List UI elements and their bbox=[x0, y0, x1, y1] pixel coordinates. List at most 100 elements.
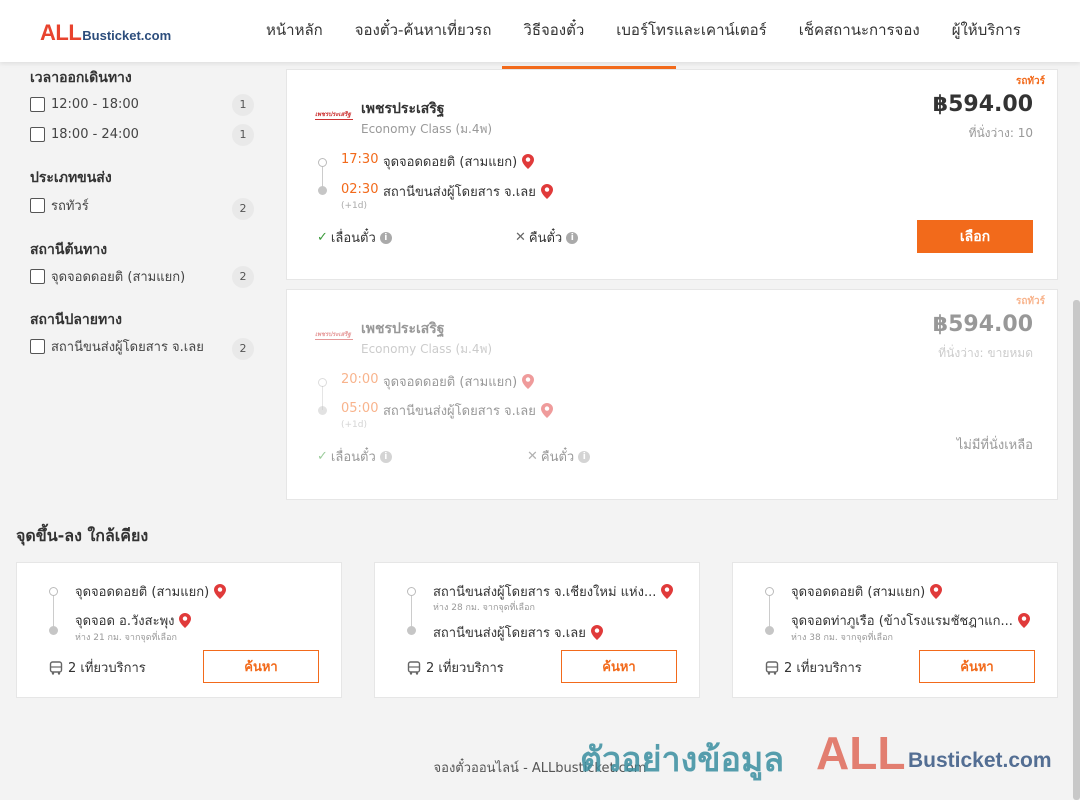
logo-all: ALL bbox=[40, 20, 82, 45]
site-logo[interactable]: ALL Busticket.com bbox=[40, 20, 171, 46]
operator-logo: เพชรประเสริฐ bbox=[315, 110, 353, 120]
trip-card-soldout: รถทัวร์ เพชรประเสริฐ เพชรประเสริฐ Econom… bbox=[286, 289, 1058, 500]
map-pin-icon[interactable] bbox=[179, 613, 192, 628]
bus-icon bbox=[49, 660, 63, 675]
info-icon[interactable]: i bbox=[566, 231, 579, 244]
checkbox[interactable] bbox=[30, 268, 45, 284]
trip-card: รถทัวร์ เพชรประเสริฐ เพชรประเสริฐ Econom… bbox=[286, 69, 1058, 280]
nearby-search-button[interactable]: ค้นหา bbox=[919, 650, 1035, 683]
checkbox[interactable] bbox=[30, 338, 45, 354]
arrive-time: 05:00 bbox=[341, 401, 379, 416]
nearby-search-button[interactable]: ค้นหา bbox=[203, 650, 319, 683]
info-icon[interactable]: i bbox=[379, 231, 392, 244]
reschedule-label: เลื่อนตั๋ว bbox=[330, 450, 376, 465]
to-label: สถานีขนส่งผู้โดยสาร จ.เลย bbox=[433, 626, 586, 641]
map-pin-icon[interactable] bbox=[214, 584, 227, 599]
arrive-stop: สถานีขนส่งผู้โดยสาร จ.เลย bbox=[383, 400, 553, 421]
reschedule-policy: ✓ เลื่อนตั๋ว i bbox=[317, 446, 392, 467]
nearby-from: จุดจอดดอยติ (สามแยก) bbox=[791, 581, 943, 602]
map-pin-icon[interactable] bbox=[590, 625, 603, 640]
trip-price: ฿594.00 bbox=[932, 92, 1033, 117]
map-pin-icon[interactable] bbox=[930, 584, 943, 599]
option-label: จุดจอดดอยติ (สามแยก) bbox=[51, 269, 186, 285]
timeline-end-dot bbox=[49, 626, 58, 635]
nav-home[interactable]: หน้าหลัก bbox=[250, 0, 339, 62]
map-pin-icon[interactable] bbox=[522, 154, 535, 169]
top-header: ALL Busticket.com หน้าหลัก จองตั๋ว-ค้นหา… bbox=[0, 0, 1080, 62]
trip-count-label: 2 เที่ยวบริการ bbox=[68, 661, 146, 676]
reschedule-label: เลื่อนตั๋ว bbox=[330, 231, 376, 246]
map-pin-icon[interactable] bbox=[540, 403, 553, 418]
reschedule-policy: ✓ เลื่อนตั๋ว i bbox=[317, 227, 392, 248]
arrive-stop: สถานีขนส่งผู้โดยสาร จ.เลย bbox=[383, 181, 553, 202]
filter-title-destination: สถานีปลายทาง bbox=[30, 312, 122, 328]
count-badge: 2 bbox=[232, 198, 254, 220]
option-label: 12:00 - 18:00 bbox=[51, 96, 139, 112]
trip-count: 2 เที่ยวบริการ bbox=[49, 657, 146, 678]
map-pin-icon[interactable] bbox=[1017, 613, 1030, 628]
nearby-search-button[interactable]: ค้นหา bbox=[561, 650, 677, 683]
select-trip-button[interactable]: เลือก bbox=[917, 220, 1033, 253]
map-pin-icon[interactable] bbox=[661, 584, 674, 599]
nearby-card: จุดจอดดอยติ (สามแยก) จุดจอดท่าภูเรือ (ข้… bbox=[732, 562, 1058, 698]
trip-count: 2 เที่ยวบริการ bbox=[407, 657, 504, 678]
arrive-stop-label: สถานีขนส่งผู้โดยสาร จ.เลย bbox=[383, 404, 536, 419]
watermark-text: ตัวอย่างข้อมูล bbox=[580, 740, 785, 780]
info-icon[interactable]: i bbox=[379, 450, 392, 463]
operator-logo: เพชรประเสริฐ bbox=[315, 330, 353, 340]
timeline-end-dot bbox=[318, 406, 327, 415]
timeline-start-dot bbox=[318, 158, 327, 167]
trip-price: ฿594.00 bbox=[932, 312, 1033, 337]
seats-available: ที่นั่งว่าง: 10 bbox=[968, 126, 1033, 140]
timeline-start-dot bbox=[765, 587, 774, 596]
filter-option-tour-bus[interactable]: รถทัวร์ 2 bbox=[30, 195, 254, 220]
nav-book-search[interactable]: จองตั๋ว-ค้นหาเที่ยวรถ bbox=[339, 0, 508, 62]
nav-how-to-book[interactable]: วิธีจองตั๋ว bbox=[507, 0, 600, 62]
active-nav-indicator bbox=[502, 66, 676, 69]
nav-operators[interactable]: ผู้ให้บริการ bbox=[936, 0, 1037, 62]
filter-title-departure-time: เวลาออกเดินทาง bbox=[30, 70, 132, 86]
nav-check-status[interactable]: เช็คสถานะการจอง bbox=[783, 0, 936, 62]
count-badge: 1 bbox=[232, 124, 254, 146]
count-badge: 1 bbox=[232, 94, 254, 116]
operator-name: เพชรประเสริฐ bbox=[361, 101, 445, 117]
option-label: 18:00 - 24:00 bbox=[51, 126, 139, 142]
count-badge: 2 bbox=[232, 266, 254, 288]
timeline-end-dot bbox=[765, 626, 774, 635]
watermark-logo-all: ALL bbox=[816, 727, 906, 779]
trip-count-label: 2 เที่ยวบริการ bbox=[426, 661, 504, 676]
map-pin-icon[interactable] bbox=[540, 184, 553, 199]
timeline-line bbox=[769, 593, 770, 629]
distance-note: ห่าง 28 กม. จากจุดที่เลือก bbox=[433, 603, 535, 613]
checkbox[interactable] bbox=[30, 126, 45, 142]
timeline-start-dot bbox=[49, 587, 58, 596]
nearby-from: จุดจอดดอยติ (สามแยก) bbox=[75, 581, 227, 602]
check-icon: ✓ bbox=[317, 230, 328, 245]
nav-phone-counter[interactable]: เบอร์โทรและเคาน์เตอร์ bbox=[600, 0, 782, 62]
depart-stop: จุดจอดดอยติ (สามแยก) bbox=[383, 371, 535, 392]
from-label: จุดจอดดอยติ (สามแยก) bbox=[75, 585, 210, 600]
filter-option-destination[interactable]: สถานีขนส่งผู้โดยสาร จ.เลย 2 bbox=[30, 336, 254, 360]
depart-stop: จุดจอดดอยติ (สามแยก) bbox=[383, 151, 535, 172]
distance-note: ห่าง 38 กม. จากจุดที่เลือก bbox=[791, 633, 893, 643]
checkbox[interactable] bbox=[30, 96, 45, 112]
filter-option-origin[interactable]: จุดจอดดอยติ (สามแยก) 2 bbox=[30, 266, 254, 288]
filter-option-18-24[interactable]: 18:00 - 24:00 1 bbox=[30, 124, 254, 146]
timeline-end-dot bbox=[407, 626, 416, 635]
from-label: สถานีขนส่งผู้โดยสาร จ.เชียงใหม่ แห่ง... bbox=[433, 585, 657, 600]
depart-time: 20:00 bbox=[341, 372, 379, 387]
nearby-card: จุดจอดดอยติ (สามแยก) จุดจอด อ.วังสะพุง ห… bbox=[16, 562, 342, 698]
sold-out-label: ไม่มีที่นั่งเหลือ bbox=[956, 438, 1033, 453]
map-pin-icon[interactable] bbox=[522, 374, 535, 389]
bus-class: Economy Class (ม.4พ) bbox=[361, 122, 493, 136]
checkbox[interactable] bbox=[30, 197, 45, 213]
arrive-stop-label: สถานีขนส่งผู้โดยสาร จ.เลย bbox=[383, 185, 536, 200]
page-scrollbar[interactable] bbox=[1073, 300, 1080, 800]
vehicle-tag: รถทัวร์ bbox=[1015, 296, 1045, 307]
timeline-start-dot bbox=[318, 378, 327, 387]
depart-time: 17:30 bbox=[341, 152, 379, 167]
timeline-line bbox=[411, 593, 412, 629]
nearby-to: จุดจอดท่าภูเรือ (ข้างโรงแรมชัชฎาแก... bbox=[791, 610, 1030, 631]
filter-option-12-18[interactable]: 12:00 - 18:00 1 bbox=[30, 94, 254, 116]
info-icon[interactable]: i bbox=[578, 450, 591, 463]
